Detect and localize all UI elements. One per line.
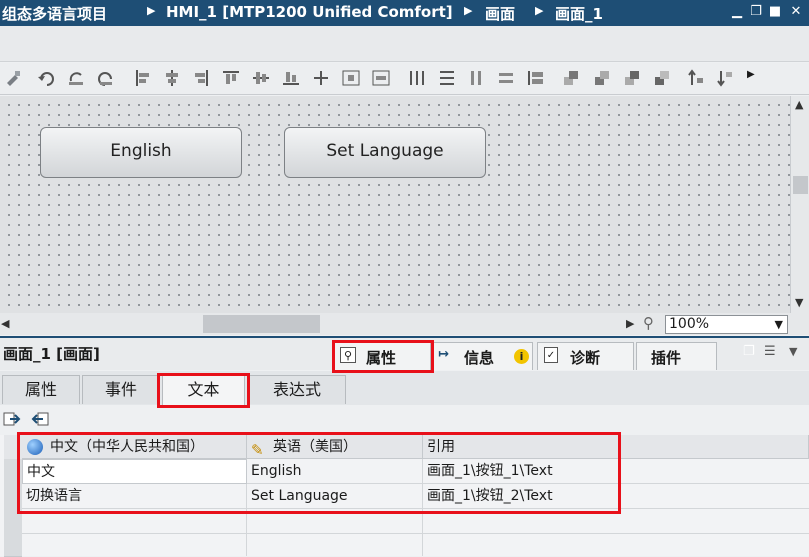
cell-chinese-text[interactable]: 中文	[22, 459, 247, 484]
import-icon[interactable]	[3, 411, 21, 427]
bring-to-front-icon[interactable]	[562, 69, 580, 87]
align-bottom-icon[interactable]	[282, 69, 300, 87]
toolbar: ▶	[0, 63, 809, 95]
tab-diagnostics-label: 诊断	[570, 349, 601, 367]
cell-chinese-text[interactable]: 切换语言	[22, 484, 247, 509]
panel-menu-icon[interactable]: ☰	[764, 344, 776, 359]
vertical-scrollbar[interactable]: ▲ ▼	[790, 96, 809, 313]
scroll-down-icon[interactable]: ▼	[795, 296, 803, 309]
align-center-icon[interactable]	[163, 69, 181, 87]
horizontal-scroll-thumb[interactable]	[203, 315, 320, 333]
maximize-icon[interactable]: ■	[768, 4, 782, 20]
float-window-icon[interactable]: ❐	[743, 344, 755, 359]
close-icon[interactable]: ✕	[789, 4, 803, 20]
rotate-left-icon[interactable]	[37, 69, 55, 87]
breadcrumb-folder[interactable]: 画面	[485, 3, 515, 24]
cell-reference[interactable]: 画面_1\按钮_2\Text	[423, 484, 809, 509]
tab-properties[interactable]: ⚲ 属性	[333, 342, 431, 370]
collapse-panel-icon[interactable]: ▼	[789, 345, 797, 358]
column-divider	[422, 509, 423, 556]
pencil-icon: ✎	[251, 441, 264, 459]
scroll-left-icon[interactable]: ◀	[1, 317, 9, 330]
same-height-icon[interactable]	[467, 69, 485, 87]
tab-diagnostics[interactable]: ✓ 诊断	[537, 342, 634, 370]
cell-reference[interactable]: 画面_1\按钮_1\Text	[423, 459, 809, 484]
tab-info[interactable]: ↦ 信息 i	[433, 342, 533, 370]
column-header-english[interactable]: ✎ 英语（美国）	[247, 435, 423, 459]
cell-english-text[interactable]: Set Language	[247, 484, 423, 509]
column-header-label: 中文（中华人民共和国）	[50, 439, 204, 455]
screen-canvas[interactable]: English Set Language	[0, 96, 790, 313]
zoom-select[interactable]: 100% ▼	[665, 315, 788, 334]
send-backward-icon[interactable]	[623, 69, 641, 87]
text-table: 中文（中华人民共和国） ✎ 英语（美国） 引用 中文 English 画面_1\…	[0, 435, 809, 557]
center-vertical-icon[interactable]	[372, 69, 390, 87]
export-icon[interactable]	[31, 411, 49, 427]
breadcrumb-device[interactable]: HMI_1 [MTP1200 Unified Comfort]	[166, 3, 453, 21]
row-divider	[22, 533, 809, 534]
tab-events[interactable]: 事件	[82, 375, 160, 404]
object-title: 画面_1 [画面]	[3, 345, 100, 363]
center-cross-icon[interactable]	[312, 69, 330, 87]
zoom-value: 100%	[669, 316, 710, 332]
scroll-right-icon[interactable]: ▶	[626, 317, 634, 330]
tab-general-properties[interactable]: 属性	[2, 375, 80, 404]
column-header-reference[interactable]: 引用	[423, 435, 809, 459]
hmi-button-set-language[interactable]: Set Language	[284, 127, 486, 178]
chevron-down-icon: ▼	[774, 318, 783, 331]
tab-properties-label: 属性	[366, 349, 397, 367]
row-header[interactable]	[4, 509, 22, 535]
editor-tab-strip	[0, 26, 809, 62]
bring-forward-icon[interactable]	[593, 69, 611, 87]
align-right-icon[interactable]	[192, 69, 210, 87]
center-horizontal-icon[interactable]	[342, 69, 360, 87]
tab-info-label: 信息	[464, 349, 495, 367]
vertical-scroll-thumb[interactable]	[793, 176, 808, 194]
diagnostics-icon: ✓	[544, 347, 558, 363]
column-header-chinese[interactable]: 中文（中华人民共和国）	[22, 435, 247, 459]
breadcrumb-separator-icon: ▶	[147, 4, 156, 17]
format-painter-icon[interactable]	[4, 69, 22, 87]
distribute-horizontal-icon[interactable]	[408, 69, 426, 87]
send-to-back-icon[interactable]	[653, 69, 671, 87]
info-list-icon: ↦	[438, 347, 449, 362]
scroll-up-icon[interactable]: ▲	[795, 98, 803, 111]
horizontal-scrollbar[interactable]: ◀ ▶	[0, 313, 640, 335]
text-toolbar	[0, 405, 809, 435]
zoom-magnifier-icon[interactable]: ⚲	[643, 314, 654, 332]
column-divider	[246, 509, 247, 556]
same-size-icon[interactable]	[527, 69, 545, 87]
globe-icon	[27, 439, 43, 455]
align-left-icon[interactable]	[134, 69, 152, 87]
cell-english-text[interactable]: English	[247, 459, 423, 484]
breadcrumb-separator-icon: ▶	[535, 4, 544, 17]
hmi-button-english[interactable]: English	[40, 127, 242, 178]
row-header[interactable]	[4, 459, 22, 485]
align-top-icon[interactable]	[222, 69, 240, 87]
breadcrumb-screen[interactable]: 画面_1	[555, 3, 603, 24]
align-middle-icon[interactable]	[252, 69, 270, 87]
tab-texts[interactable]: 文本	[162, 375, 245, 405]
info-icon: i	[514, 349, 529, 364]
minimize-icon[interactable]: ▁	[730, 4, 744, 20]
same-width-icon[interactable]	[497, 69, 515, 87]
toolbar-overflow-icon[interactable]: ▶	[747, 69, 765, 87]
tab-expressions[interactable]: 表达式	[248, 375, 346, 404]
title-bar: 组态多语言项目 ▶ HMI_1 [MTP1200 Unified Comfort…	[0, 0, 809, 26]
breadcrumb-project[interactable]: 组态多语言项目	[2, 3, 107, 24]
rotate-icon[interactable]	[67, 69, 85, 87]
breadcrumb-separator-icon: ▶	[464, 4, 473, 17]
row-header[interactable]	[4, 534, 22, 557]
column-header-label: 英语（美国）	[273, 439, 357, 455]
layer-down-icon[interactable]	[716, 69, 734, 87]
table-corner	[4, 435, 22, 460]
properties-icon: ⚲	[340, 347, 356, 363]
rotate-right-icon[interactable]	[97, 69, 115, 87]
layer-up-icon[interactable]	[687, 69, 705, 87]
tab-plugins-label: 插件	[651, 349, 682, 367]
row-header[interactable]	[4, 484, 22, 510]
distribute-vertical-icon[interactable]	[438, 69, 456, 87]
restore-icon[interactable]: ❐	[749, 4, 763, 20]
tab-plugins[interactable]: 插件	[636, 342, 717, 370]
